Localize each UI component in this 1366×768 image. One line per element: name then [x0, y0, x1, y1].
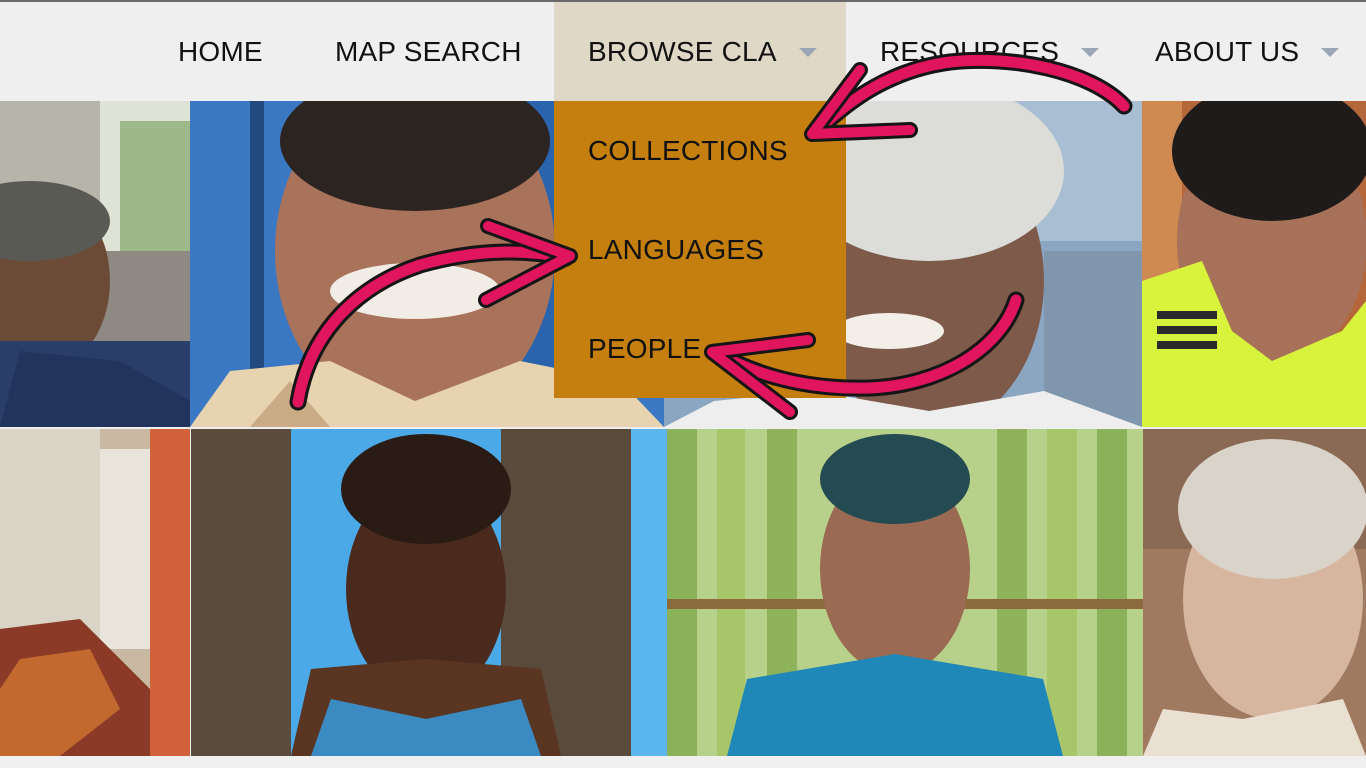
nav-about-us[interactable]: ABOUT US: [1155, 2, 1340, 101]
portrait-photo-7: [667, 429, 1143, 756]
nav-map-search-label: MAP SEARCH: [335, 35, 522, 67]
browse-cla-dropdown: COLLECTIONS LANGUAGES PEOPLE: [554, 101, 846, 398]
main-navigation: HOME MAP SEARCH BROWSE CLA RESOURCES ABO…: [0, 2, 1366, 101]
portrait-photo-5: [0, 429, 190, 756]
chevron-down-icon: [798, 48, 817, 57]
dropdown-item-people[interactable]: PEOPLE: [588, 333, 701, 365]
portrait-photo-4: [1142, 101, 1366, 427]
nav-resources[interactable]: RESOURCES: [880, 2, 1100, 101]
chevron-down-icon: [1321, 48, 1340, 57]
page: HOME MAP SEARCH BROWSE CLA RESOURCES ABO…: [0, 0, 1366, 768]
portrait-photo-1: [0, 101, 190, 427]
nav-resources-label: RESOURCES: [880, 35, 1060, 67]
dropdown-item-collections[interactable]: COLLECTIONS: [588, 135, 788, 167]
nav-browse-cla-label: BROWSE CLA: [588, 35, 777, 67]
nav-about-us-label: ABOUT US: [1155, 35, 1300, 67]
nav-home-label: HOME: [178, 35, 263, 67]
portrait-photo-8: [1143, 429, 1366, 756]
nav-map-search[interactable]: MAP SEARCH: [335, 2, 522, 101]
chevron-down-icon: [1081, 48, 1100, 57]
portrait-photo-6: [191, 429, 667, 756]
bottom-strip: [0, 756, 1366, 768]
nav-browse-cla[interactable]: BROWSE CLA: [554, 2, 846, 101]
nav-home[interactable]: HOME: [178, 2, 263, 101]
dropdown-item-languages[interactable]: LANGUAGES: [588, 234, 764, 266]
